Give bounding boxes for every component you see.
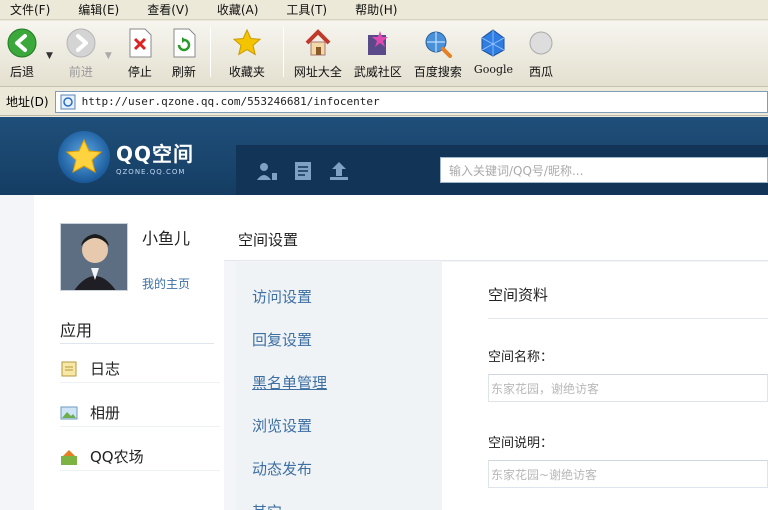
back-dropdown-icon[interactable]: ▼ xyxy=(46,51,53,61)
menu-help[interactable]: 帮助(H) xyxy=(355,1,397,18)
star-icon xyxy=(231,27,263,59)
community-icon xyxy=(362,27,394,59)
app-item-farm[interactable]: QQ农场 xyxy=(60,443,220,471)
qzone-header: QQ空间 QZONE.QQ.COM 输入关键词/QQ号/昵称... xyxy=(0,117,768,195)
settings-item-feed[interactable]: 动态发布 xyxy=(252,458,312,479)
page-icon xyxy=(60,94,76,110)
address-input[interactable]: http://user.qzone.qq.com/553246681/infoc… xyxy=(54,90,768,113)
menu-file[interactable]: 文件(F) xyxy=(10,1,50,18)
settings-item-other[interactable]: 其它 xyxy=(252,501,282,510)
back-arrow-icon xyxy=(6,27,38,59)
space-desc-label: 空间说明： xyxy=(488,436,554,451)
menu-favorites[interactable]: 收藏(A) xyxy=(217,1,259,18)
settings-header: 空间设置 xyxy=(224,195,768,261)
house-icon xyxy=(302,27,334,59)
share-icon[interactable] xyxy=(328,161,350,181)
forward-dropdown-icon[interactable]: ▼ xyxy=(105,51,112,61)
space-desc-input[interactable]: 东家花园~谢绝访客 xyxy=(488,460,768,488)
left-sidebar: 小鱼儿 我的主页 应用 日志 相册 QQ农场 xyxy=(34,195,224,510)
farm-icon xyxy=(60,448,78,466)
settings-item-blacklist[interactable]: 黑名单管理 xyxy=(252,372,327,393)
web-page: QQ空间 QZONE.QQ.COM 输入关键词/QQ号/昵称... 小鱼儿 我的… xyxy=(0,117,768,510)
address-bar: 地址(D) http://user.qzone.qq.com/553246681… xyxy=(0,88,768,116)
qzone-logo[interactable]: QQ空间 QZONE.QQ.COM xyxy=(58,131,194,183)
panel-title: 空间资料 xyxy=(488,286,549,304)
more-icon xyxy=(525,27,557,59)
settings-item-browse[interactable]: 浏览设置 xyxy=(252,415,312,436)
divider xyxy=(60,343,214,344)
nickname: 小鱼儿 xyxy=(142,229,191,248)
settings-item-reply[interactable]: 回复设置 xyxy=(252,329,312,350)
apps-title: 应用 xyxy=(60,321,93,340)
google-button[interactable]: Google xyxy=(468,27,519,83)
space-name-input[interactable]: 东家花园，谢绝访客 xyxy=(488,374,768,402)
avatar[interactable] xyxy=(60,223,128,291)
app-item-blog[interactable]: 日志 xyxy=(60,355,220,383)
menu-tools[interactable]: 工具(T) xyxy=(286,1,327,18)
search-input[interactable]: 输入关键词/QQ号/昵称... xyxy=(440,157,768,183)
toolbar-separator xyxy=(282,27,284,77)
favorites-button[interactable]: 收藏夹 xyxy=(215,27,279,83)
refresh-icon xyxy=(168,27,200,59)
baidu-button[interactable]: 百度搜索 xyxy=(408,27,468,83)
menu-bar: 文件(F) 编辑(E) 查看(V) 收藏(A) 工具(T) 帮助(H) xyxy=(0,0,768,20)
home-link[interactable]: 我的主页 xyxy=(142,275,190,292)
notebook-icon xyxy=(60,360,78,378)
stop-icon xyxy=(124,27,156,59)
refresh-button[interactable]: 刷新 xyxy=(162,27,206,83)
more-button[interactable]: 西瓜 xyxy=(519,27,563,83)
settings-menu: 访问设置 回复设置 黑名单管理 浏览设置 动态发布 其它 xyxy=(236,262,442,510)
space-name-label: 空间名称： xyxy=(488,350,554,365)
divider xyxy=(488,318,768,319)
globe-search-icon xyxy=(422,27,454,59)
page-title: 空间设置 xyxy=(238,231,299,249)
profile-icon[interactable] xyxy=(256,161,278,181)
back-button[interactable]: 后退 xyxy=(0,27,44,83)
blog-icon[interactable] xyxy=(292,161,314,181)
photo-icon xyxy=(60,404,78,422)
forward-button[interactable]: 前进 xyxy=(59,27,103,83)
logo-star-icon xyxy=(58,131,110,183)
toolbar-separator xyxy=(209,27,211,77)
menu-edit[interactable]: 编辑(E) xyxy=(78,1,119,18)
stop-button[interactable]: 停止 xyxy=(118,27,162,83)
logo-subtext: QZONE.QQ.COM xyxy=(116,168,186,176)
community-button[interactable]: 武威社区 xyxy=(348,27,408,83)
toolbar: 后退 ▼ 前进 ▼ 停止 刷新 收藏夹 网址大全 武威社区 百度搜索 Googl… xyxy=(0,21,768,87)
address-label: 地址(D) xyxy=(6,95,49,109)
forward-arrow-icon xyxy=(65,27,97,59)
address-url: http://user.qzone.qq.com/553246681/infoc… xyxy=(81,95,380,108)
logo-text: QQ空间 xyxy=(116,142,195,166)
sites-button[interactable]: 网址大全 xyxy=(288,27,348,83)
app-item-album[interactable]: 相册 xyxy=(60,399,220,427)
settings-item-access[interactable]: 访问设置 xyxy=(252,286,312,307)
menu-view[interactable]: 查看(V) xyxy=(147,1,189,18)
space-info-panel: 空间资料 空间名称： 东家花园，谢绝访客 空间说明： 东家花园~谢绝访客 xyxy=(442,262,768,510)
gem-icon xyxy=(477,27,509,59)
